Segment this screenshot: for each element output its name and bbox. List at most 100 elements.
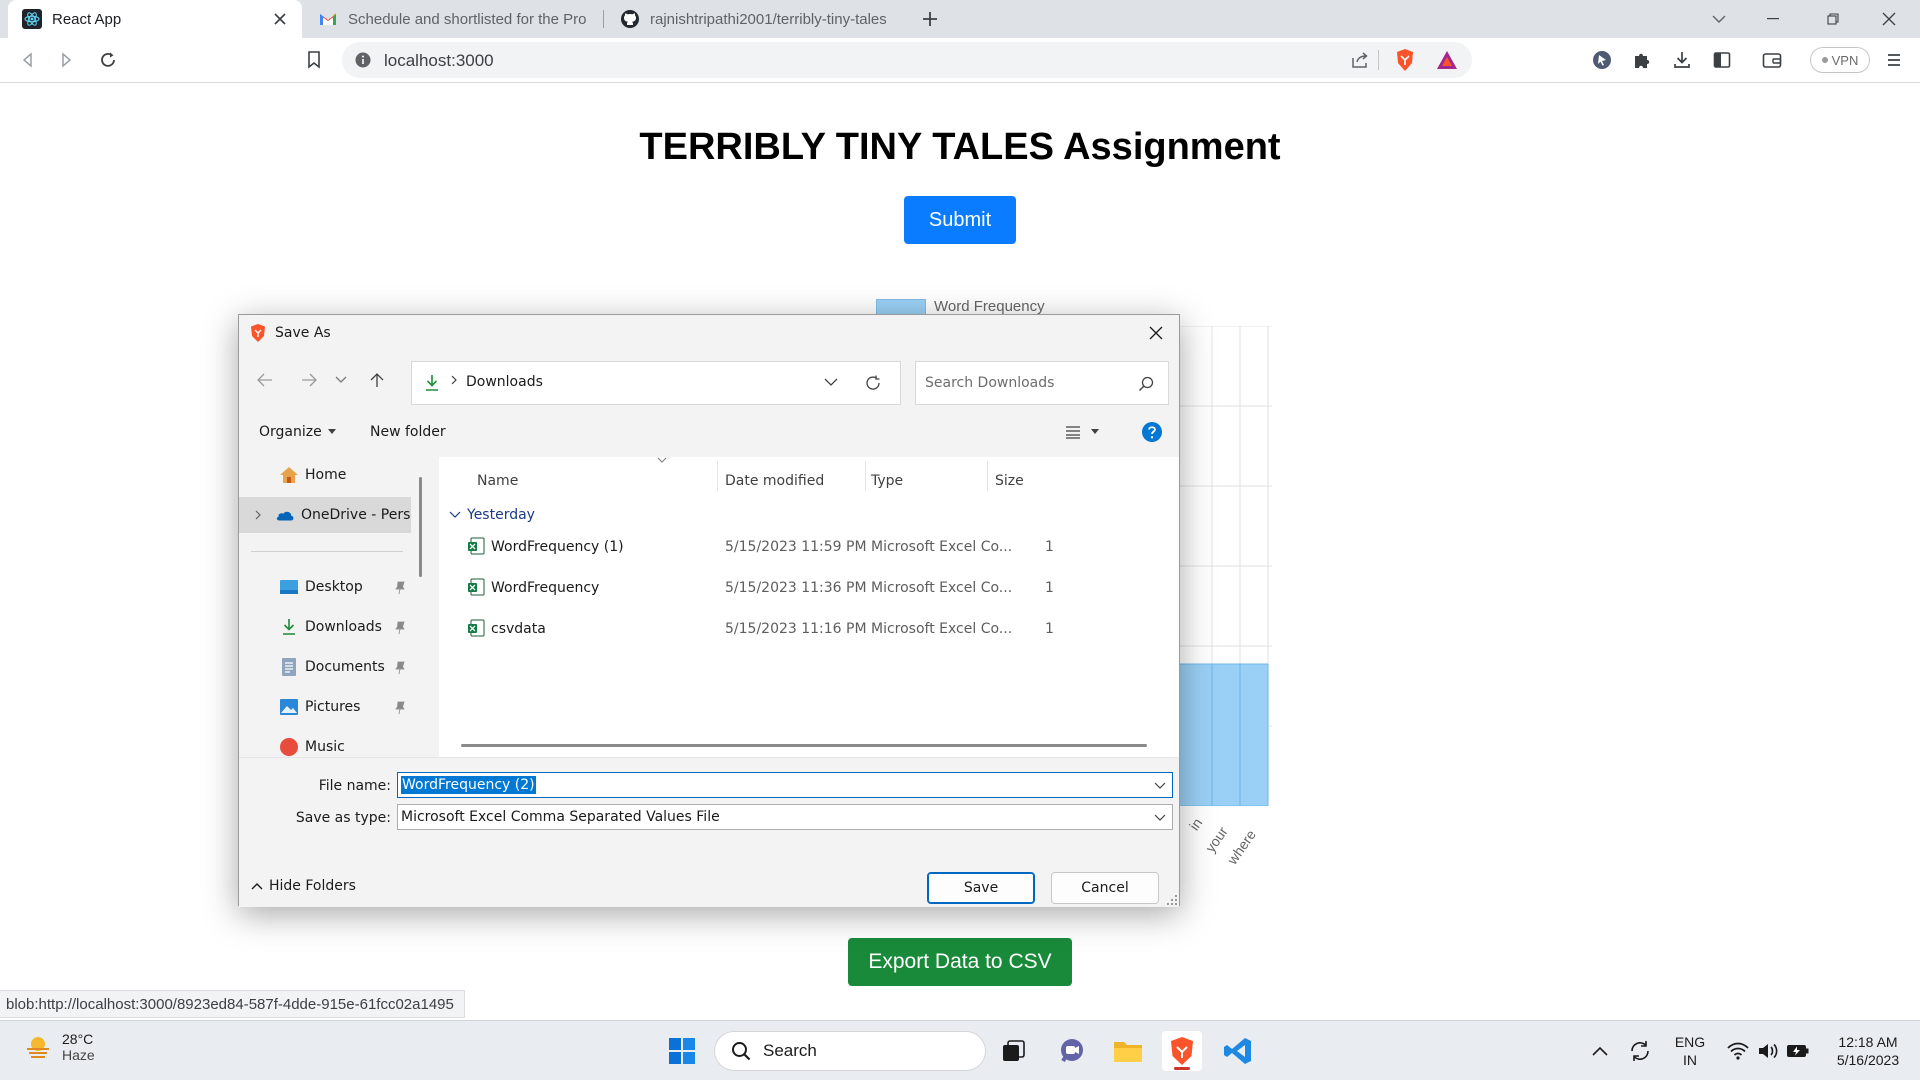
path-breadcrumb[interactable]: Downloads	[411, 361, 901, 405]
onedrive-icon	[275, 505, 295, 525]
menu-icon[interactable]	[1880, 46, 1908, 74]
teams-chat-icon[interactable]	[1052, 1031, 1092, 1071]
nav-back-icon[interactable]	[253, 368, 277, 392]
file-name-input[interactable]: WordFrequency (2)	[397, 772, 1173, 798]
nav-item-onedrive[interactable]: OneDrive - Perso	[239, 497, 411, 533]
weather-widget[interactable]: 28°C Haze	[24, 1031, 95, 1063]
export-csv-button[interactable]: Export Data to CSV	[848, 938, 1072, 986]
chart-legend: Word Frequency	[876, 298, 1045, 315]
column-separator[interactable]	[987, 461, 988, 491]
nav-item-music[interactable]: Music	[239, 729, 411, 757]
column-header-type[interactable]: Type	[871, 473, 903, 489]
bookmark-icon[interactable]	[300, 46, 328, 74]
omnibox-divider	[1378, 50, 1379, 70]
brave-ai-icon[interactable]	[1588, 46, 1616, 74]
hide-folders-button[interactable]: Hide Folders	[251, 878, 356, 894]
share-icon[interactable]	[1350, 51, 1370, 69]
nav-up-icon[interactable]	[365, 368, 389, 392]
file-type: Microsoft Excel Co...	[871, 539, 1013, 555]
file-type: Microsoft Excel Co...	[871, 621, 1013, 637]
sidebar-icon[interactable]	[1708, 46, 1736, 74]
start-button[interactable]	[662, 1031, 702, 1071]
vscode-icon[interactable]	[1218, 1031, 1258, 1071]
forward-icon[interactable]	[52, 46, 80, 74]
address-bar[interactable]: localhost:3000	[342, 42, 1472, 78]
new-tab-button[interactable]	[918, 7, 942, 31]
column-header-date[interactable]: Date modified	[725, 473, 824, 489]
refresh-icon[interactable]	[864, 374, 882, 392]
wifi-icon[interactable]	[1724, 1031, 1752, 1071]
tab-react-app[interactable]: React App	[8, 0, 302, 38]
legend-label: Word Frequency	[934, 298, 1045, 315]
file-list-horizontal-scrollbar[interactable]	[461, 744, 1147, 747]
wallet-icon[interactable]	[1758, 46, 1786, 74]
file-row[interactable]: csvdata 5/15/2023 11:16 PM Microsoft Exc…	[439, 611, 1179, 647]
view-options-icon[interactable]	[1065, 425, 1081, 439]
task-view-icon[interactable]	[994, 1031, 1034, 1071]
cancel-button[interactable]: Cancel	[1051, 872, 1159, 904]
address-history-chevron-icon[interactable]	[824, 378, 838, 387]
excel-csv-file-icon	[468, 619, 485, 637]
reload-icon[interactable]	[94, 46, 122, 74]
file-name-dropdown-icon[interactable]	[1154, 779, 1166, 791]
brave-browser-taskbar-icon[interactable]	[1162, 1031, 1202, 1071]
expand-chevron-icon[interactable]	[251, 505, 265, 525]
view-options-dropdown-icon[interactable]	[1091, 429, 1099, 435]
restore-button[interactable]	[1810, 0, 1856, 38]
save-as-type-dropdown-icon[interactable]	[1154, 811, 1166, 823]
new-folder-button[interactable]: New folder	[370, 424, 446, 440]
vpn-button[interactable]: VPN	[1810, 47, 1870, 73]
tab-gmail[interactable]: Schedule and shortlisted for the Proce	[304, 0, 600, 38]
tab-search-chevron-icon[interactable]	[1696, 0, 1742, 38]
nav-pane-scrollbar[interactable]	[419, 477, 422, 577]
column-separator[interactable]	[717, 461, 718, 491]
battery-charging-icon[interactable]	[1782, 1031, 1814, 1071]
pin-icon	[395, 661, 405, 675]
file-row[interactable]: WordFrequency 5/15/2023 11:36 PM Microso…	[439, 570, 1179, 606]
breadcrumb-location[interactable]: Downloads	[466, 374, 543, 390]
organize-button[interactable]: Organize	[259, 424, 336, 440]
column-separator[interactable]	[865, 461, 866, 491]
file-list: Name Date modified Type Size Yesterday W…	[439, 457, 1179, 757]
file-row[interactable]: WordFrequency (1) 5/15/2023 11:59 PM Mic…	[439, 529, 1179, 565]
extensions-icon[interactable]	[1628, 46, 1656, 74]
show-hidden-icons-chevron-icon[interactable]	[1580, 1031, 1620, 1071]
group-header-yesterday[interactable]: Yesterday	[449, 507, 535, 523]
close-tab-icon[interactable]	[270, 9, 290, 29]
file-name-label: File name:	[318, 778, 391, 794]
nav-forward-icon[interactable]	[297, 368, 321, 392]
dialog-command-bar: Organize New folder	[239, 409, 1179, 457]
active-app-indicator	[1174, 1067, 1190, 1070]
nav-item-documents[interactable]: Documents	[239, 649, 411, 685]
minimize-button[interactable]	[1750, 0, 1796, 38]
site-info-icon[interactable]	[354, 51, 372, 69]
sync-icon[interactable]	[1620, 1031, 1660, 1071]
tab-title: Schedule and shortlisted for the Proce	[348, 10, 586, 28]
dialog-close-icon[interactable]	[1141, 319, 1171, 347]
nav-item-downloads[interactable]: Downloads	[239, 609, 411, 645]
help-icon[interactable]	[1141, 421, 1163, 443]
close-window-button[interactable]	[1866, 0, 1912, 38]
submit-button[interactable]: Submit	[904, 196, 1016, 244]
input-language-indicator[interactable]: ENG IN	[1660, 1033, 1720, 1069]
nav-item-desktop[interactable]: Desktop	[239, 569, 411, 605]
brave-rewards-icon[interactable]	[1436, 50, 1458, 70]
file-explorer-icon[interactable]	[1108, 1031, 1148, 1071]
nav-item-pictures[interactable]: Pictures	[239, 689, 411, 725]
breadcrumb-chevron-icon[interactable]	[450, 374, 458, 386]
search-downloads-input[interactable]: Search Downloads	[915, 361, 1169, 405]
recent-locations-chevron-icon[interactable]	[329, 368, 353, 392]
nav-item-home[interactable]: Home	[239, 457, 411, 493]
back-icon[interactable]	[14, 46, 42, 74]
tab-github[interactable]: rajnishtripathi2001/terribly-tiny-tales-	[606, 0, 900, 38]
column-header-size[interactable]: Size	[995, 473, 1024, 489]
volume-icon[interactable]	[1754, 1031, 1782, 1071]
brave-shields-icon[interactable]	[1394, 48, 1416, 72]
column-header-name[interactable]: Name	[477, 473, 518, 489]
save-button[interactable]: Save	[927, 872, 1035, 904]
clock[interactable]: 12:18 AM 5/16/2023	[1820, 1033, 1916, 1069]
save-as-type-select[interactable]: Microsoft Excel Comma Separated Values F…	[397, 804, 1173, 830]
taskbar-search-box[interactable]: Search	[714, 1031, 986, 1071]
downloads-icon[interactable]	[1668, 46, 1696, 74]
resize-grip-icon[interactable]	[1167, 895, 1177, 905]
